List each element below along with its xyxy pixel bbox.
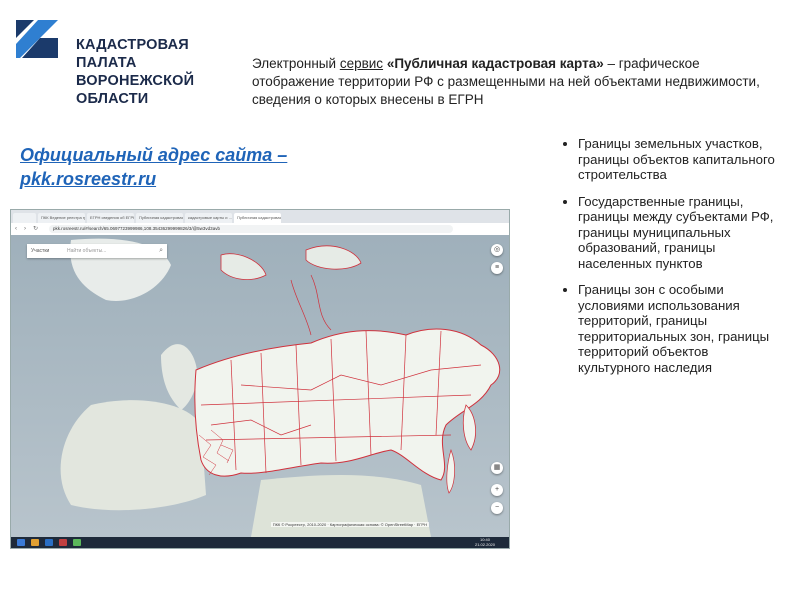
reload-icon[interactable]: ↻ — [33, 226, 39, 232]
browser-tab-active[interactable]: Публичная кадастровая — [234, 213, 281, 223]
list-item: Границы земельных участков, границы объе… — [578, 136, 778, 183]
intro-service-name: «Публичная кадастровая карта» — [386, 56, 604, 71]
map-search-box[interactable]: Участки Найти объекты... ⌕ — [27, 244, 167, 258]
browser-tab[interactable] — [13, 213, 36, 223]
plus-icon[interactable]: + — [491, 484, 503, 496]
layers-icon[interactable]: ≡ — [491, 262, 503, 274]
search-input[interactable]: Найти объекты... — [67, 244, 106, 258]
target-icon[interactable]: ◎ — [491, 244, 503, 256]
features-list: Границы земельных участков, границы объе… — [560, 136, 778, 386]
windows-taskbar: 10:40 21.02.2020 — [11, 537, 509, 548]
browser-tab-bar: ПКК Ведение реестра гра ЕГРН сведения об… — [11, 210, 509, 223]
org-name: КАДАСТРОВАЯ ПАЛАТА ВОРОНЕЖСКОЙ ОБЛАСТИ — [76, 36, 244, 108]
minus-icon[interactable]: − — [491, 502, 503, 514]
site-address-label: Официальный адрес сайта – — [20, 145, 288, 165]
cadastral-map[interactable] — [11, 235, 509, 537]
logo: КАДАСТРОВАЯ ПАЛАТА ВОРОНЕЖСКОЙ ОБЛАСТИ — [14, 14, 244, 107]
browser-tab[interactable]: ПКК Ведение реестра гра — [38, 213, 85, 223]
site-address[interactable]: Официальный адрес сайта – pkk.rosreestr.… — [20, 143, 287, 191]
intro-text-service: сервис — [339, 56, 384, 71]
ie-icon[interactable] — [45, 539, 53, 546]
list-item: Государственные границы, границы между с… — [578, 194, 778, 272]
list-item: Границы зон с особыми условиями использо… — [578, 282, 778, 375]
site-address-url[interactable]: pkk.rosreestr.ru — [20, 167, 287, 191]
forward-icon[interactable]: › — [24, 226, 30, 232]
map-attribution: ПКК © Росреестр, 2010-2020 · Картографич… — [270, 522, 429, 527]
explorer-icon[interactable] — [31, 539, 39, 546]
org-name-line2: ВОРОНЕЖСКОЙ ОБЛАСТИ — [76, 73, 195, 107]
taskbar-clock: 10:40 21.02.2020 — [474, 537, 495, 547]
search-icon[interactable]: ⌕ — [159, 244, 163, 258]
intro-paragraph: Электронный сервис «Публичная кадастрова… — [252, 55, 772, 109]
browser-tab[interactable]: Публичная кадастровая — [136, 213, 183, 223]
org-name-line1: КАДАСТРОВАЯ ПАЛАТА — [76, 37, 189, 71]
search-object-type[interactable]: Участки — [31, 244, 49, 258]
clock-date: 21.02.2020 — [474, 541, 495, 547]
browser-screenshot: ПКК Ведение реестра гра ЕГРН сведения об… — [10, 209, 510, 549]
chrome-icon[interactable] — [73, 539, 81, 546]
url-field[interactable]: pkk.rosreestr.ru/#/search/65.06977239999… — [49, 225, 453, 233]
start-icon[interactable] — [17, 539, 25, 546]
browser-tab[interactable]: кадастровые карты и ... — [185, 213, 232, 223]
intro-text-1: Электронный — [252, 56, 340, 71]
back-icon[interactable]: ‹ — [15, 226, 21, 232]
browser-tab[interactable]: ЕГРН сведения об ЕГРН — [87, 213, 134, 223]
grid-icon[interactable]: ▦ — [491, 462, 503, 474]
app-icon[interactable] — [59, 539, 67, 546]
kadastr-logo-icon — [16, 20, 58, 58]
